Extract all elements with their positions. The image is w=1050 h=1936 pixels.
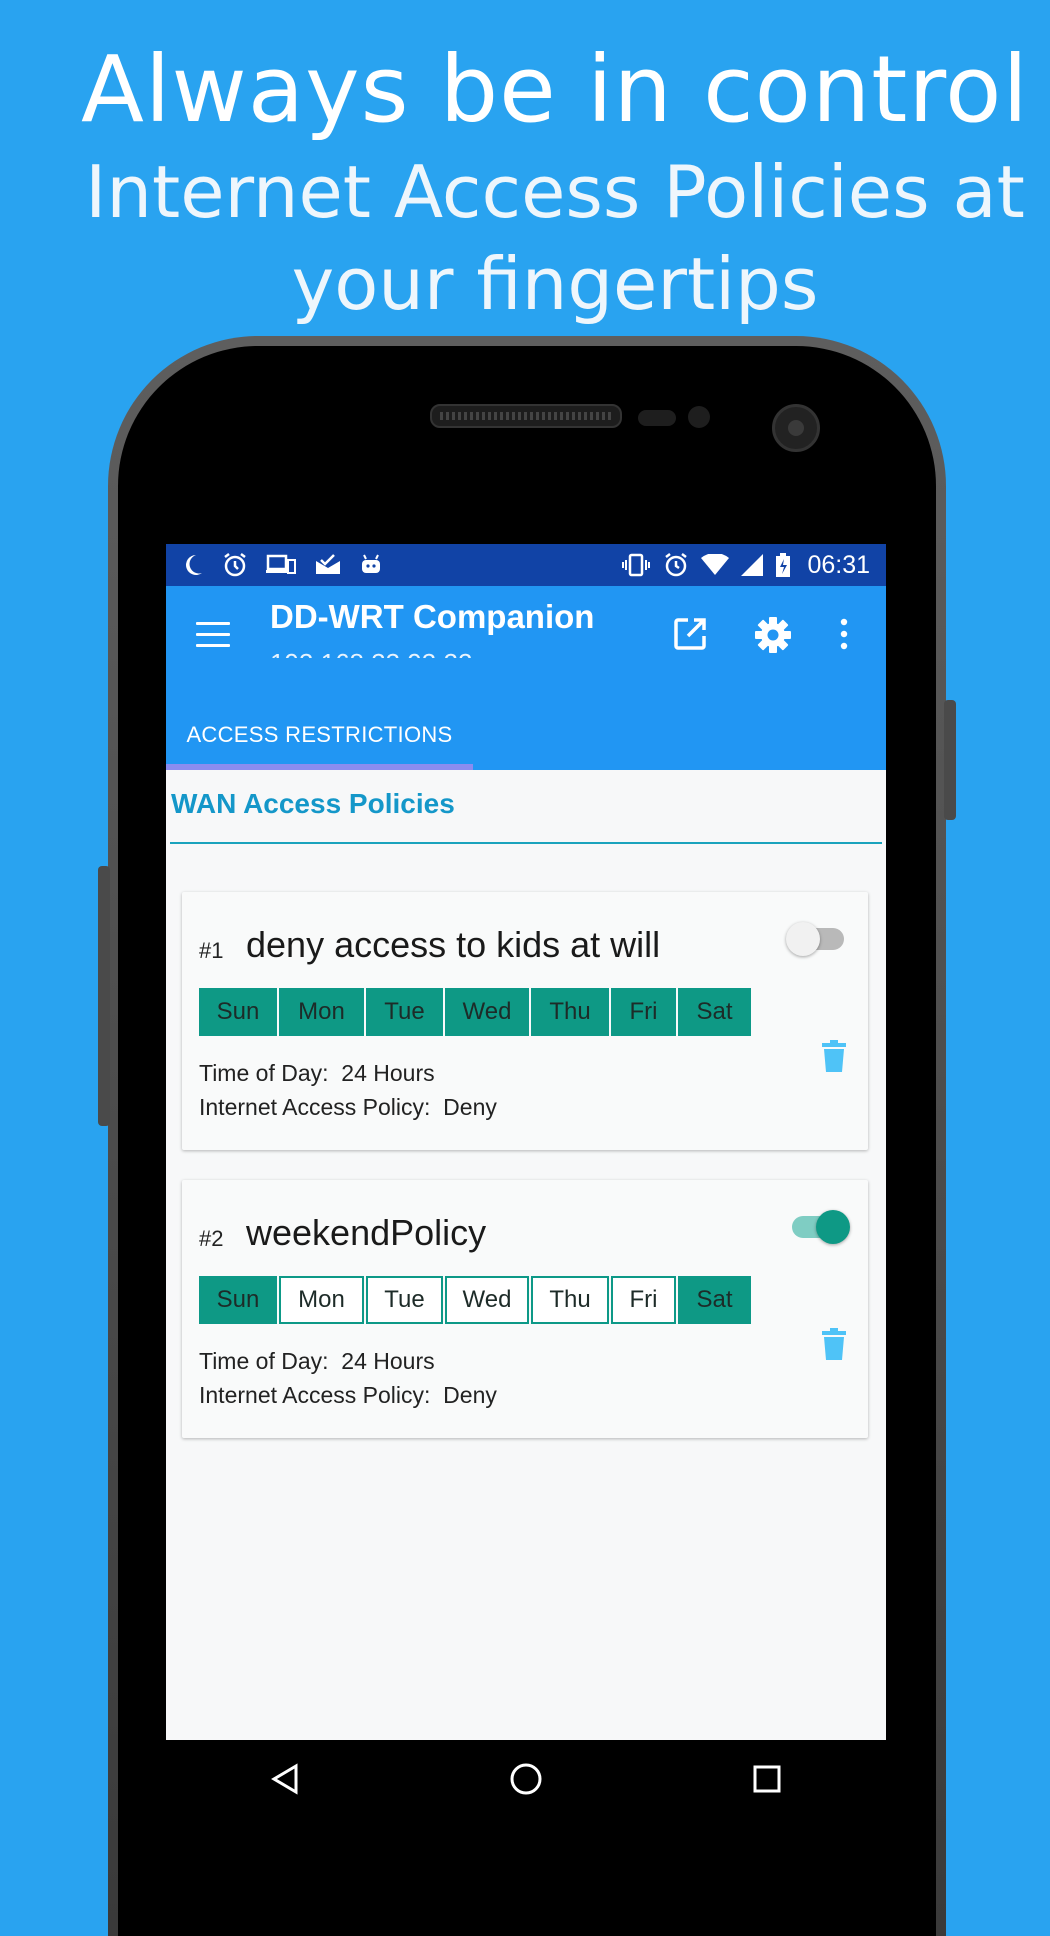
nav-drawer-menu-icon[interactable]: [196, 622, 230, 648]
alarm-icon: [665, 553, 688, 577]
policy-card[interactable]: #2 weekendPolicy Sun Mon Tue Wed Thu Fri…: [182, 1180, 868, 1438]
section-title: WAN Access Policies: [171, 788, 455, 819]
overflow-menu-icon[interactable]: [838, 616, 850, 652]
day-tue[interactable]: Tue: [366, 988, 443, 1036]
delete-trash-icon[interactable]: [822, 1328, 846, 1360]
promo-subheadline-line: your fingertips: [291, 242, 819, 326]
policy-card[interactable]: #1 deny access to kids at will Sun Mon T…: [182, 892, 868, 1150]
day-wed[interactable]: Wed: [445, 1276, 529, 1324]
moon-icon: [186, 555, 202, 575]
recents-icon[interactable]: [752, 1764, 782, 1794]
policy-enable-toggle[interactable]: [792, 1210, 850, 1244]
phone-sensor: [688, 406, 710, 428]
day-thu[interactable]: Thu: [531, 988, 609, 1036]
status-time: 06:31: [807, 550, 870, 579]
day-sun[interactable]: Sun: [199, 1276, 277, 1324]
section-divider: [170, 842, 882, 844]
access-policy-label: Internet Access Policy:: [199, 1382, 431, 1408]
battery-charging-icon: [776, 553, 791, 577]
policy-days: Sun Mon Tue Wed Thu Fri Sat: [199, 1276, 753, 1324]
day-thu[interactable]: Thu: [531, 1276, 609, 1324]
day-sat[interactable]: Sat: [678, 1276, 751, 1324]
android-icon: [362, 554, 380, 573]
delete-trash-icon[interactable]: [822, 1040, 846, 1072]
settings-icon[interactable]: [754, 616, 792, 654]
time-of-day-value: 24 Hours: [341, 1348, 435, 1374]
access-policy-label: Internet Access Policy:: [199, 1094, 431, 1120]
tab-active-indicator: [166, 764, 473, 770]
signal-icon: [741, 554, 764, 576]
day-sat[interactable]: Sat: [678, 988, 751, 1036]
status-bar: 06:31: [166, 544, 886, 586]
policy-days: Sun Mon Tue Wed Thu Fri Sat: [199, 988, 753, 1036]
day-wed[interactable]: Wed: [445, 988, 529, 1036]
phone-camera: [772, 404, 820, 452]
policy-name: weekendPolicy: [246, 1212, 487, 1253]
day-fri[interactable]: Fri: [611, 988, 676, 1036]
policy-info: Time of Day: 24 Hours Internet Access Po…: [199, 1056, 497, 1124]
day-fri[interactable]: Fri: [611, 1276, 676, 1324]
home-icon[interactable]: [509, 1762, 543, 1796]
phone-speaker: [430, 404, 622, 428]
system-nav-bar: [166, 1740, 886, 1817]
day-tue[interactable]: Tue: [366, 1276, 443, 1324]
tab-bar: ACCESS RESTRICTIONS: [166, 658, 886, 770]
promo-headline: Always be in control: [81, 36, 1029, 143]
time-of-day-label: Time of Day:: [199, 1060, 329, 1086]
day-sun[interactable]: Sun: [199, 988, 277, 1036]
promo-subheadline-line: Internet Access Policies at: [85, 150, 1025, 234]
vibrate-icon: [622, 553, 651, 577]
policy-enable-toggle[interactable]: [786, 922, 844, 956]
phone-volume-button: [98, 866, 110, 1126]
tab-access-restrictions[interactable]: ACCESS RESTRICTIONS: [166, 700, 473, 770]
day-mon[interactable]: Mon: [279, 988, 364, 1036]
policy-info: Time of Day: 24 Hours Internet Access Po…: [199, 1344, 497, 1412]
alarm-snooze-icon: [224, 553, 246, 577]
phone-sensor: [638, 410, 676, 426]
access-policy-value: Deny: [443, 1382, 497, 1408]
policy-number: #1: [199, 938, 224, 963]
time-of-day-label: Time of Day:: [199, 1348, 329, 1374]
policy-name: deny access to kids at will: [246, 924, 661, 965]
open-external-icon[interactable]: [672, 616, 708, 652]
wifi-icon: [701, 554, 730, 575]
day-mon[interactable]: Mon: [279, 1276, 364, 1324]
back-icon[interactable]: [270, 1762, 300, 1795]
access-policy-value: Deny: [443, 1094, 497, 1120]
app-screen: 06:31 DD-WRT Companion 192.168.33.93:22 …: [166, 544, 886, 1817]
time-of-day-value: 24 Hours: [341, 1060, 435, 1086]
devices-icon: [266, 554, 296, 574]
policy-number: #2: [199, 1226, 224, 1251]
phone-power-button: [944, 700, 956, 820]
app-title: DD-WRT Companion: [270, 598, 595, 635]
promo-subheadline: Internet Access Policies at your fingerti…: [60, 146, 1050, 330]
mail-done-icon: [316, 554, 340, 574]
